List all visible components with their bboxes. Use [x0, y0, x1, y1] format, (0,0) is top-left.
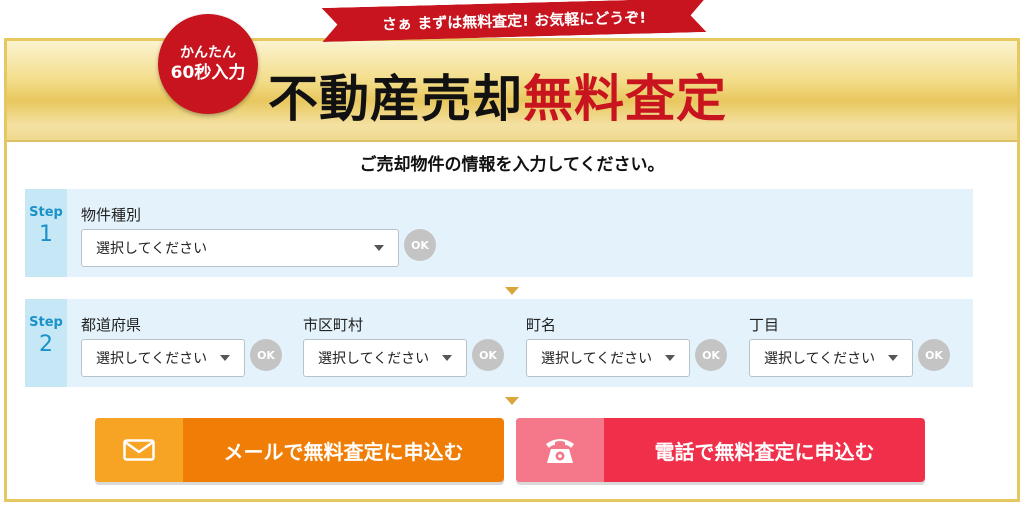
step2-panel: Step 2 都道府県 選択してください OK 市区町村 選択してください OK…: [25, 299, 973, 387]
step2-number: 2: [39, 332, 53, 357]
chevron-down-icon: [888, 355, 898, 361]
prefecture-ok-button[interactable]: OK: [250, 339, 282, 371]
step-down-arrow: [505, 287, 519, 295]
step1-number: 1: [39, 222, 53, 247]
chevron-down-icon: [374, 245, 384, 251]
phone-apply-button[interactable]: 電話で無料査定に申込む: [516, 418, 925, 482]
chevron-down-icon: [220, 355, 230, 361]
page-title: 不動産売却 無料査定: [268, 64, 727, 128]
promo-ribbon-text: さぁ まずは無料査定! お気軽にどうぞ!: [381, 8, 647, 33]
city-select[interactable]: 選択してください: [303, 339, 467, 377]
form-instructions: ご売却物件の情報を入力してください。: [359, 155, 665, 175]
step-down-arrow: [505, 397, 519, 405]
town-ok-button[interactable]: OK: [695, 339, 727, 371]
town-select[interactable]: 選択してください: [526, 339, 690, 377]
badge-line1: かんたん: [180, 45, 236, 61]
promo-ribbon: さぁ まずは無料査定! お気軽にどうぞ!: [322, 0, 707, 42]
block-select[interactable]: 選択してください: [749, 339, 913, 377]
block-label: 丁目: [749, 316, 780, 334]
prefecture-select-value: 選択してください: [96, 351, 208, 367]
property-type-select[interactable]: 選択してください: [81, 229, 399, 267]
title-red: 無料査定: [523, 70, 727, 128]
mail-apply-label: メールで無料査定に申込む: [223, 439, 464, 464]
property-type-ok-button[interactable]: OK: [404, 229, 436, 261]
step1-tab: Step 1: [25, 189, 67, 277]
city-select-value: 選択してください: [318, 351, 430, 367]
block-ok-button[interactable]: OK: [918, 339, 950, 371]
phone-icon: [516, 418, 604, 482]
prefecture-select[interactable]: 選択してください: [81, 339, 245, 377]
chevron-down-icon: [442, 355, 452, 361]
town-label: 町名: [526, 316, 557, 334]
step2-tab: Step 2: [25, 299, 67, 387]
step1-panel: Step 1 物件種別 選択してください OK: [25, 189, 973, 277]
time-badge: かんたん 60秒入力: [158, 14, 258, 114]
mail-apply-button[interactable]: メールで無料査定に申込む: [95, 418, 504, 482]
town-select-value: 選択してください: [541, 351, 653, 367]
property-type-label: 物件種別: [81, 206, 142, 224]
phone-apply-label: 電話で無料査定に申込む: [654, 439, 875, 464]
prefecture-label: 都道府県: [81, 316, 142, 334]
property-type-select-value: 選択してください: [96, 241, 208, 257]
step1-word: Step: [29, 205, 63, 220]
mail-icon: [95, 418, 183, 482]
block-select-value: 選択してください: [764, 351, 876, 367]
step2-word: Step: [29, 315, 63, 330]
city-label: 市区町村: [303, 316, 364, 334]
city-ok-button[interactable]: OK: [472, 339, 504, 371]
chevron-down-icon: [665, 355, 675, 361]
badge-line2: 60秒入力: [170, 63, 246, 83]
title-black: 不動産売却: [268, 70, 523, 128]
